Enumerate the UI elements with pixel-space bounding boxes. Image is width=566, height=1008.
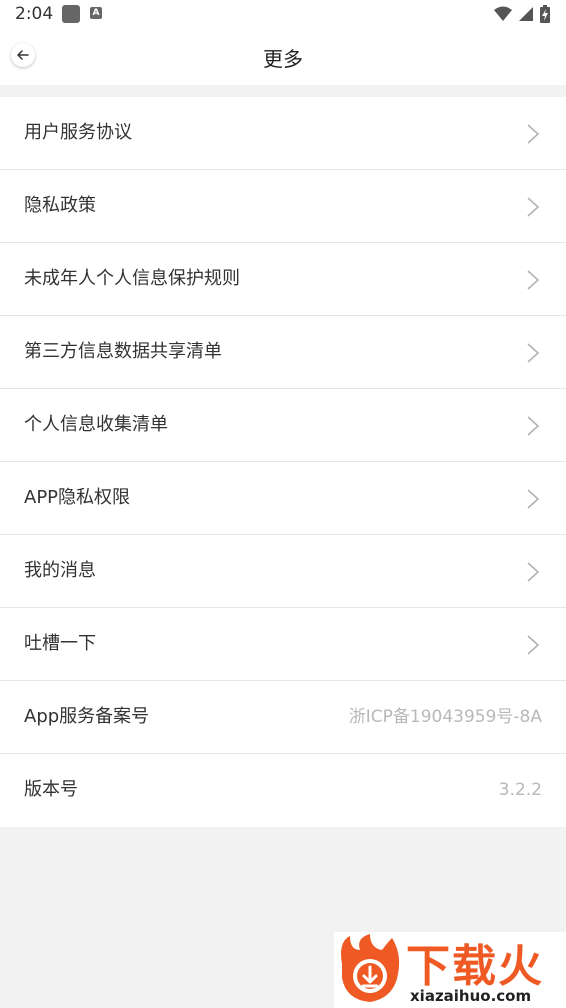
menu-item-version: 版本号 3.2.2 [0,754,566,827]
chevron-right-icon [527,562,540,582]
menu-item-label: App服务备案号 [24,706,150,727]
app-notification-icon [62,5,80,23]
header: 更多 [0,28,566,85]
page-title: 更多 [263,47,303,71]
wifi-icon [494,6,512,21]
menu-item-label: 未成年人个人信息保护规则 [24,268,240,289]
chevron-right-icon [527,489,540,509]
menu-item-feedback[interactable]: 吐槽一下 [0,608,566,681]
menu-item-app-permissions[interactable]: APP隐私权限 [0,462,566,535]
chevron-right-icon [527,343,540,363]
menu-item-user-agreement[interactable]: 用户服务协议 [0,97,566,170]
menu-item-label: 隐私政策 [24,195,96,216]
menu-item-label: 版本号 [24,779,78,800]
menu-item-my-messages[interactable]: 我的消息 [0,535,566,608]
watermark-url: xiazaihuo.com [410,987,532,1005]
menu-item-label: APP隐私权限 [24,487,131,508]
chevron-right-icon [527,270,540,290]
status-indicators [494,4,550,24]
menu-item-third-party-sharing[interactable]: 第三方信息数据共享清单 [0,316,566,389]
menu-item-label: 第三方信息数据共享清单 [24,341,222,362]
chevron-right-icon [527,416,540,436]
menu-list: 用户服务协议 隐私政策 未成年人个人信息保护规则 第三方信息数据共享清单 个人信… [0,97,566,827]
watermark: 下载火 xiazaihuo.com [334,932,566,1008]
status-bar: 2:04 A [0,0,566,28]
watermark-title: 下载火 [406,941,544,992]
chevron-right-icon [527,197,540,217]
cellular-signal-icon [519,7,533,21]
flame-logo-icon [341,934,400,1002]
version-value: 3.2.2 [498,780,542,800]
menu-item-icp-record: App服务备案号 浙ICP备19043959号-8A [0,681,566,754]
status-time: 2:04 [15,4,54,24]
menu-item-label: 我的消息 [24,560,96,581]
icp-record-value: 浙ICP备19043959号-8A [348,707,542,727]
menu-item-minor-protection-rules[interactable]: 未成年人个人信息保护规则 [0,243,566,316]
menu-item-label: 用户服务协议 [24,122,132,143]
menu-item-label: 个人信息收集清单 [24,414,168,435]
menu-item-privacy-policy[interactable]: 隐私政策 [0,170,566,243]
menu-item-label: 吐槽一下 [24,633,96,654]
chevron-right-icon [527,635,540,655]
a-notification-icon: A [90,7,102,19]
menu-item-info-collection[interactable]: 个人信息收集清单 [0,389,566,462]
chevron-right-icon [527,124,540,144]
battery-charging-icon [540,5,550,23]
